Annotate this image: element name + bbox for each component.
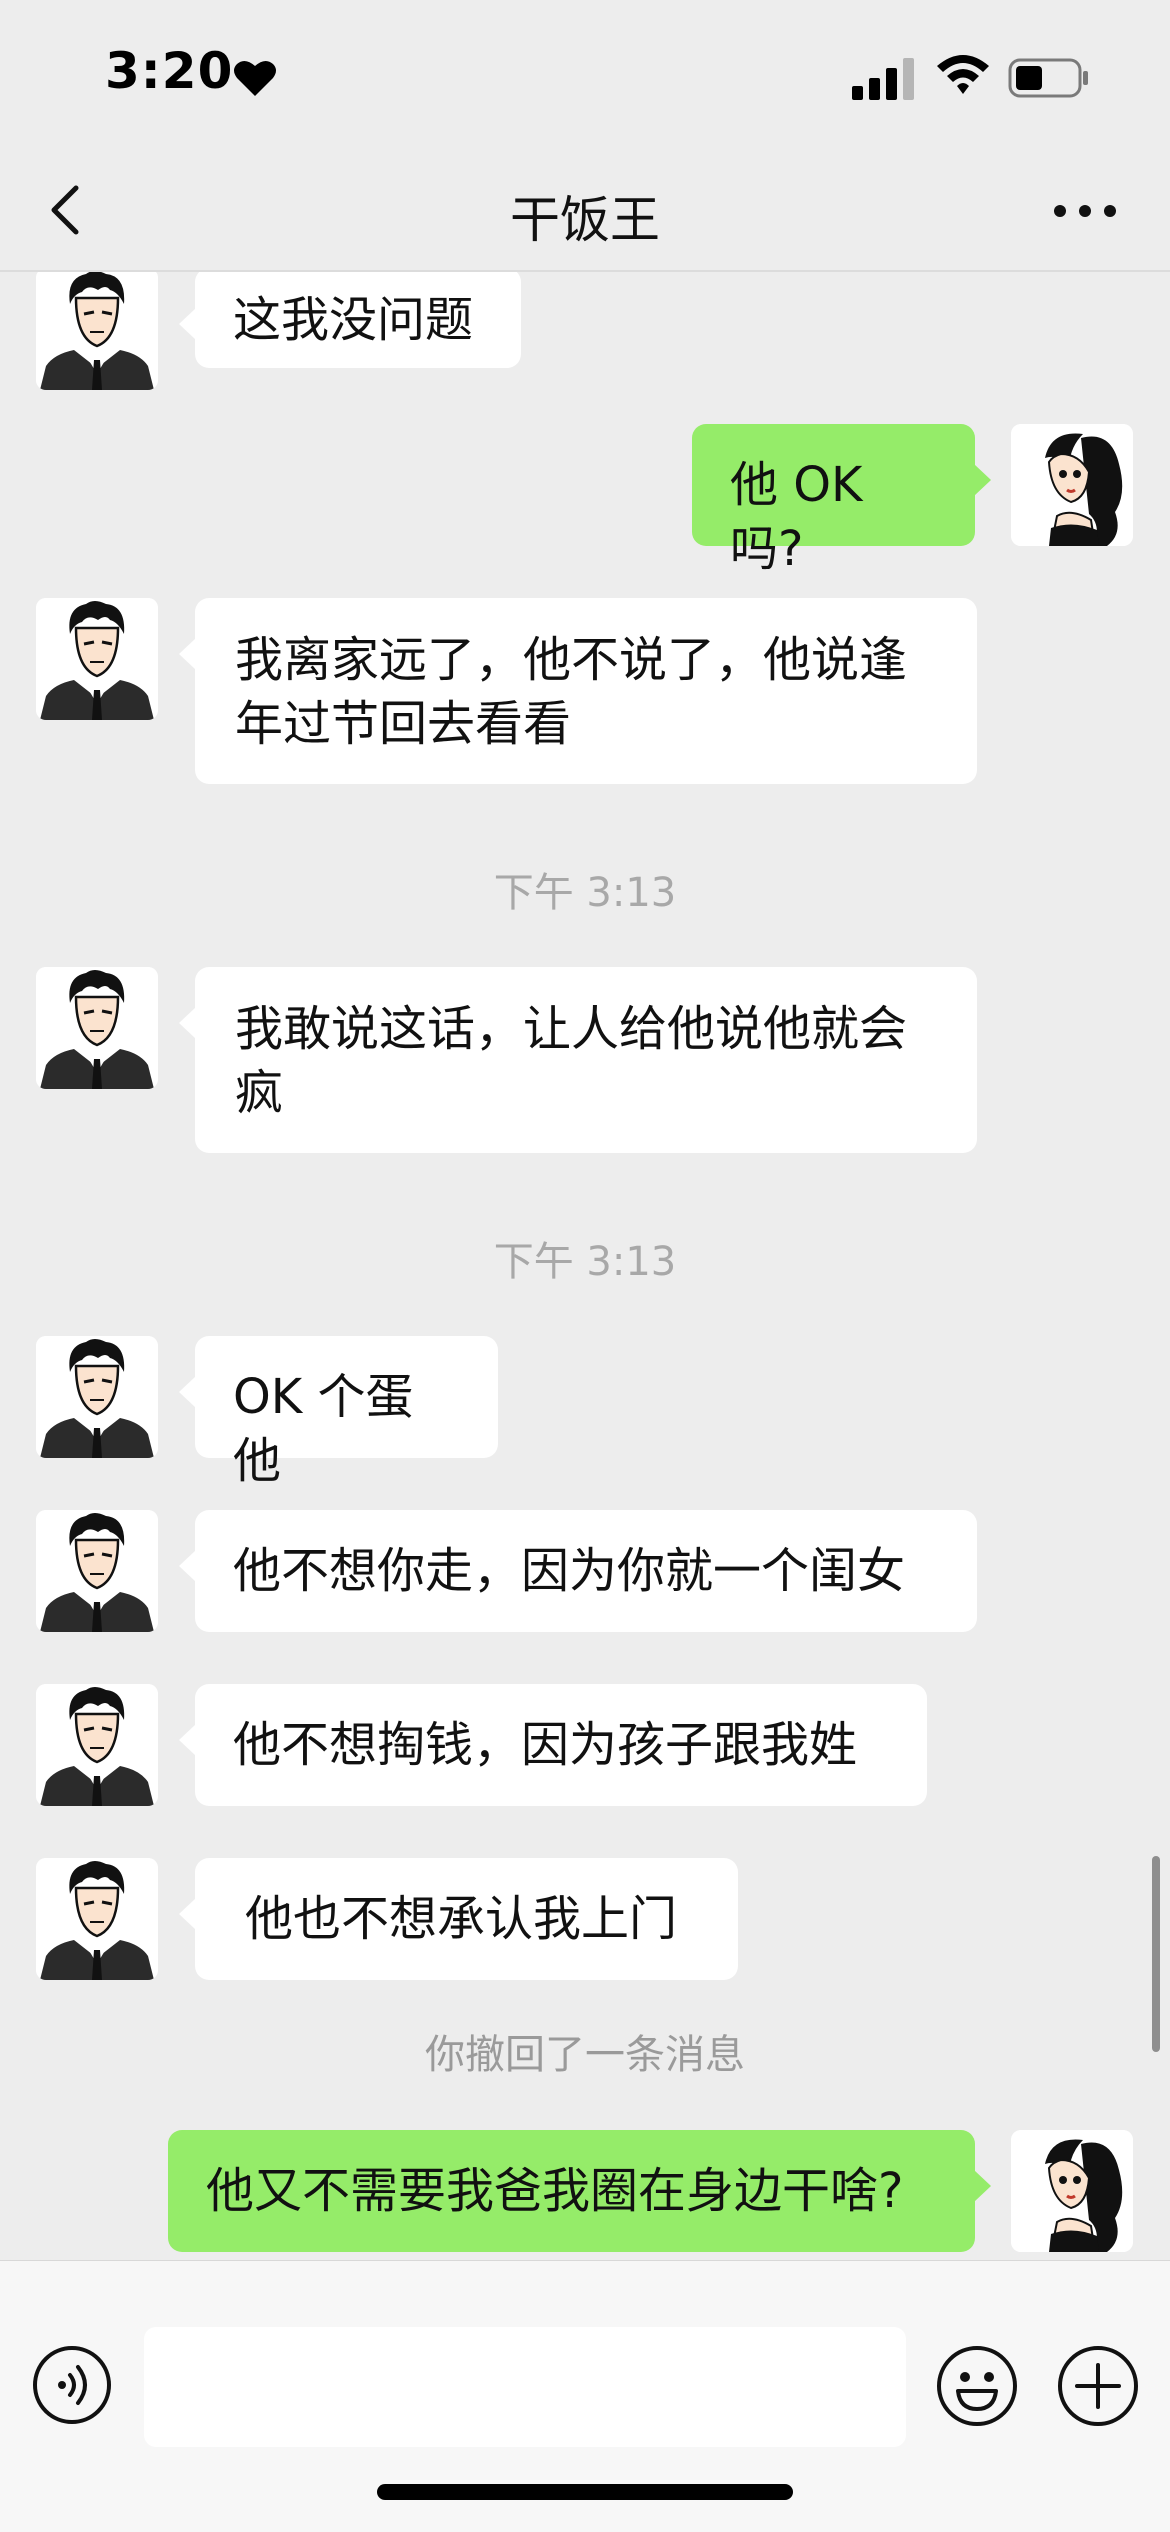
my-avatar[interactable] xyxy=(1011,2130,1133,2252)
scrollbar[interactable] xyxy=(1152,1856,1160,2052)
contact-avatar[interactable] xyxy=(36,1336,158,1458)
my-avatar[interactable] xyxy=(1011,424,1133,546)
message-bubble[interactable]: 他又不需要我爸我圈在身边干啥? xyxy=(168,2130,991,2252)
message-bubble[interactable]: 这我没问题 xyxy=(179,272,521,368)
home-indicator xyxy=(377,2484,793,2500)
message-input[interactable] xyxy=(144,2327,906,2447)
chat-area[interactable]: 这我没问题 他 OK 吗? 我离家远了，他不说了，他说逢年过节回去看看 下午 3… xyxy=(0,272,1170,2260)
contact-avatar[interactable] xyxy=(36,598,158,720)
message-bubble[interactable]: 他不想你走，因为你就一个闺女 xyxy=(179,1510,977,1632)
recall-notice: 你撤回了一条消息 xyxy=(425,2032,745,2078)
battery-icon xyxy=(1008,58,1088,98)
chat-title: 干饭王 xyxy=(510,191,660,249)
plus-icon[interactable] xyxy=(1057,2345,1139,2427)
voice-icon[interactable] xyxy=(32,2345,112,2425)
contact-avatar[interactable] xyxy=(36,1510,158,1632)
status-bar: 3:20 xyxy=(0,0,1170,150)
contact-avatar[interactable] xyxy=(36,1684,158,1806)
message-bubble[interactable]: 我离家远了，他不说了，他说逢年过节回去看看 xyxy=(179,598,977,784)
message-bubble[interactable]: 他不想掏钱，因为孩子跟我姓 xyxy=(179,1684,927,1806)
emoji-icon[interactable] xyxy=(936,2345,1018,2427)
message-bubble[interactable]: 我敢说这话，让人给他说他就会疯 xyxy=(179,967,977,1153)
message-bubble[interactable]: 他也不想承认我上门 xyxy=(179,1858,738,1980)
message-bubble[interactable]: OK 个蛋他 xyxy=(179,1336,498,1489)
wifi-icon xyxy=(937,55,989,94)
more-icon[interactable] xyxy=(1050,196,1120,226)
signal-icon xyxy=(852,58,914,100)
message-bubble[interactable]: 他 OK 吗? xyxy=(692,424,991,577)
contact-avatar[interactable] xyxy=(36,272,158,390)
heart-icon xyxy=(234,60,276,96)
timestamp: 下午 3:13 xyxy=(493,870,677,916)
wechat-chat-screen: 3:20 干饭王 这我没问题 他 OK 吗? 我离家远了，他不说了，他说逢年过节… xyxy=(0,0,1170,2532)
nav-bar: 干饭王 xyxy=(0,150,1170,272)
contact-avatar[interactable] xyxy=(36,1858,158,1980)
contact-avatar[interactable] xyxy=(36,967,158,1089)
timestamp: 下午 3:13 xyxy=(493,1239,677,1285)
status-time: 3:20 xyxy=(105,42,234,100)
